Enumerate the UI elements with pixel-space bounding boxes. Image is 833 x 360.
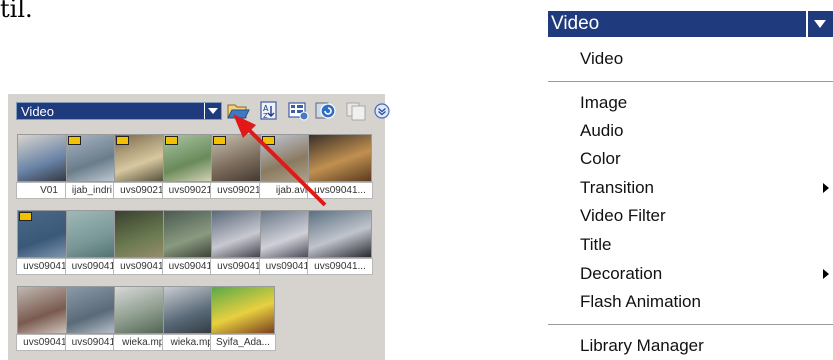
clip-preview-image: [308, 210, 372, 258]
menu-item-library-manager[interactable]: Library Manager: [580, 333, 704, 359]
menu-item-video-filter[interactable]: Video Filter: [580, 203, 666, 229]
menu-item-title[interactable]: Title: [580, 232, 612, 258]
sort-icon[interactable]: A Z: [256, 100, 280, 122]
intro-text: til.: [0, 0, 33, 23]
clip-filename: uvs09041...: [307, 182, 373, 199]
library-category-value: Video: [21, 104, 55, 119]
category-menu: Video Image Audio Color Transition Video Filt…: [548, 37, 833, 360]
video-badge-icon: [164, 136, 178, 145]
video-badge-icon: [19, 212, 32, 221]
menu-header-label: Video: [551, 13, 600, 34]
video-badge-icon: [261, 136, 275, 145]
menu-item-decoration[interactable]: Decoration: [580, 261, 662, 287]
menu-item-color[interactable]: Color: [580, 146, 621, 172]
menu-header[interactable]: Video: [548, 11, 833, 37]
clip-preview-image: [211, 286, 275, 334]
menu-separator: [548, 81, 833, 82]
library-toolbar: Video A Z: [8, 94, 390, 134]
library-panel: Video A Z V01 ijab_indri ... uvs09021...…: [8, 94, 390, 360]
folder-open-icon[interactable]: [226, 100, 250, 122]
chevron-down-icon[interactable]: [204, 103, 221, 119]
clip-filename: uvs09041...: [307, 258, 373, 275]
clip-thumbnail[interactable]: uvs09041...: [307, 134, 373, 199]
clip-preview-image: [308, 134, 372, 182]
menu-item-flash-animation[interactable]: Flash Animation: [580, 289, 701, 315]
chevron-down-icon[interactable]: [806, 11, 833, 37]
submenu-arrow-icon: [823, 269, 829, 279]
view-toggle-icon[interactable]: [286, 100, 310, 122]
video-badge-icon: [213, 136, 226, 145]
menu-item-audio[interactable]: Audio: [580, 118, 623, 144]
menu-item-image[interactable]: Image: [580, 90, 627, 116]
library-category-dropdown[interactable]: Video: [16, 102, 222, 120]
menu-separator: [548, 324, 833, 325]
video-badge-icon: [116, 136, 129, 145]
submenu-arrow-icon: [823, 183, 829, 193]
clip-thumbnail[interactable]: uvs09041...: [307, 210, 373, 275]
clip-thumbnail[interactable]: Syifa_Ada...: [210, 286, 276, 351]
clip-filename: Syifa_Ada...: [210, 334, 276, 351]
expand-icon[interactable]: [370, 100, 394, 122]
svg-text:Z: Z: [263, 112, 268, 120]
video-badge-icon: [67, 136, 81, 145]
library-manager-icon[interactable]: [314, 100, 338, 122]
menu-item-transition[interactable]: Transition: [580, 175, 654, 201]
copy-icon[interactable]: [344, 100, 368, 122]
menu-item-video[interactable]: Video: [580, 46, 623, 72]
